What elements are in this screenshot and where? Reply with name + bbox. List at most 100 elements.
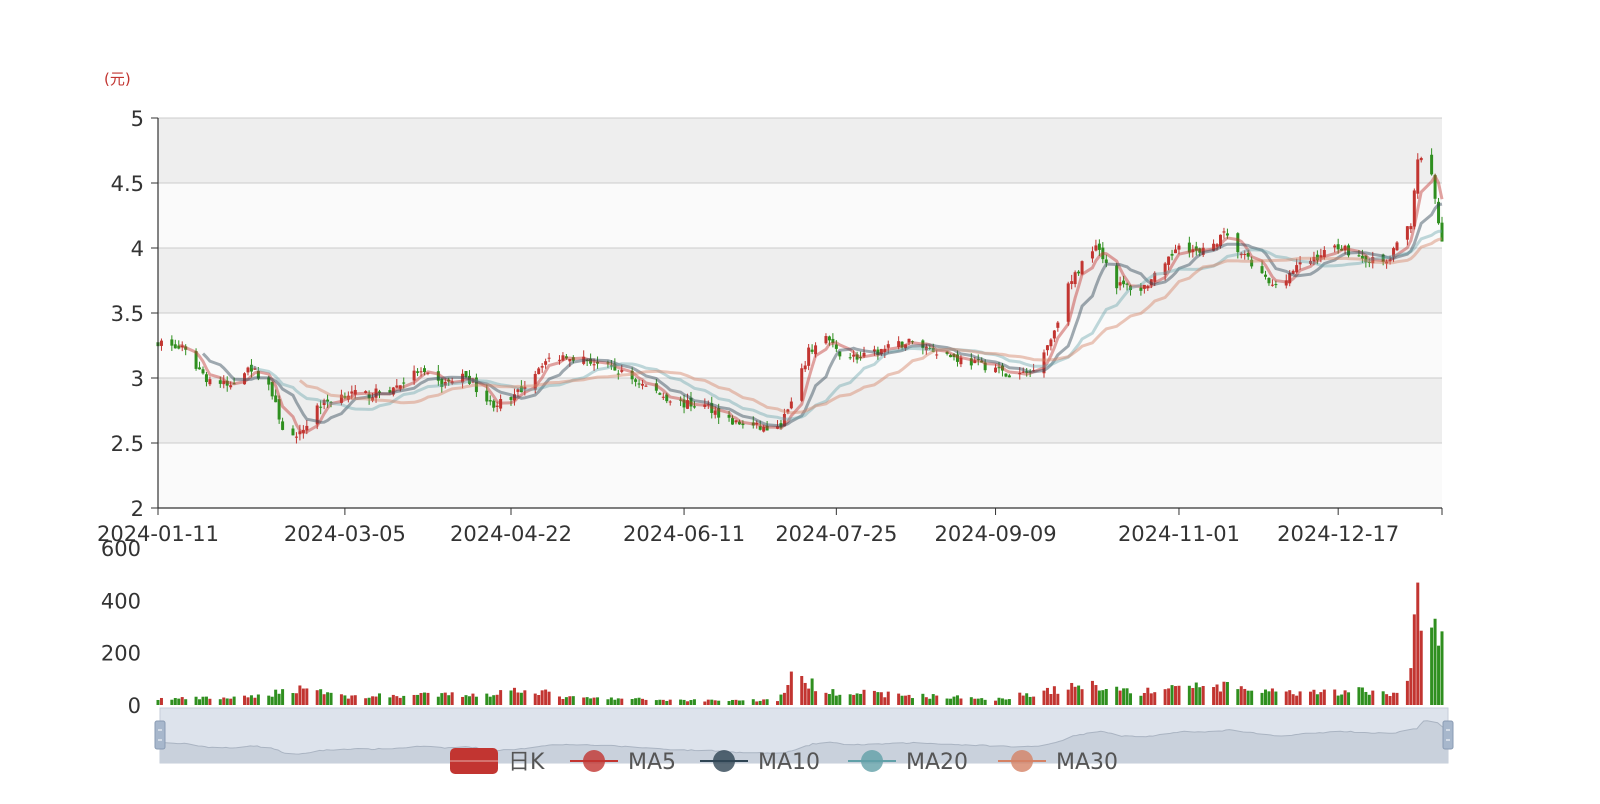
- candle[interactable]: [1416, 159, 1420, 194]
- volume-bar[interactable]: [346, 698, 350, 705]
- volume-bar[interactable]: [277, 693, 281, 705]
- volume-bar[interactable]: [800, 675, 804, 705]
- volume-bar[interactable]: [471, 693, 475, 705]
- volume-bar[interactable]: [243, 695, 247, 705]
- candle[interactable]: [1118, 282, 1122, 286]
- candle[interactable]: [637, 383, 641, 385]
- volume-bar[interactable]: [540, 690, 544, 705]
- candle[interactable]: [592, 364, 596, 366]
- candle[interactable]: [464, 371, 468, 378]
- handle-grip[interactable]: [154, 720, 166, 750]
- volume-bar[interactable]: [834, 695, 838, 705]
- volume-bar[interactable]: [661, 699, 665, 705]
- candle[interactable]: [170, 339, 174, 346]
- volume-bar[interactable]: [170, 699, 174, 705]
- volume-bar[interactable]: [173, 698, 177, 705]
- candle[interactable]: [402, 382, 406, 384]
- volume-bar[interactable]: [177, 698, 181, 705]
- candle[interactable]: [1104, 259, 1108, 263]
- volume-bar[interactable]: [568, 696, 572, 705]
- volume-bar[interactable]: [509, 690, 513, 705]
- volume-bar[interactable]: [955, 695, 959, 705]
- volume-bar[interactable]: [201, 696, 205, 705]
- volume-bar[interactable]: [402, 695, 406, 705]
- candle[interactable]: [485, 390, 489, 402]
- candle[interactable]: [634, 379, 638, 382]
- candle[interactable]: [1270, 284, 1274, 286]
- volume-bar[interactable]: [596, 697, 600, 705]
- candle[interactable]: [547, 357, 551, 359]
- datazoom-left-handle[interactable]: [154, 720, 166, 750]
- candle[interactable]: [1174, 249, 1178, 254]
- volume-bar[interactable]: [1090, 680, 1094, 705]
- volume-bar[interactable]: [855, 693, 859, 705]
- candle[interactable]: [1094, 245, 1098, 251]
- volume-bar[interactable]: [1021, 695, 1025, 705]
- volume-bar[interactable]: [1066, 689, 1070, 705]
- volume-bar[interactable]: [983, 699, 987, 705]
- volume-bar[interactable]: [412, 694, 416, 705]
- candle[interactable]: [1122, 280, 1126, 285]
- candle[interactable]: [658, 393, 662, 395]
- candle[interactable]: [692, 406, 696, 408]
- volume-bar[interactable]: [1032, 696, 1036, 705]
- volume-bar[interactable]: [949, 698, 953, 705]
- volume-bar[interactable]: [419, 693, 423, 705]
- volume-bar[interactable]: [762, 699, 766, 705]
- volume-bar[interactable]: [1049, 694, 1053, 705]
- volume-bar[interactable]: [225, 698, 229, 705]
- volume-bar[interactable]: [339, 694, 343, 705]
- volume-bar[interactable]: [789, 671, 793, 705]
- volume-bar[interactable]: [924, 697, 928, 705]
- candle[interactable]: [668, 401, 672, 403]
- candle[interactable]: [803, 365, 807, 370]
- volume-bar[interactable]: [291, 693, 295, 705]
- volume-bar[interactable]: [544, 689, 548, 705]
- legend-item-ma20[interactable]: MA20: [848, 750, 968, 775]
- volume-bar[interactable]: [1440, 631, 1444, 705]
- volume-bar[interactable]: [1430, 627, 1434, 705]
- volume-bar[interactable]: [686, 701, 690, 705]
- volume-bar[interactable]: [755, 701, 759, 705]
- volume-bar[interactable]: [343, 695, 347, 705]
- volume-bar[interactable]: [218, 699, 222, 705]
- volume-bar[interactable]: [1142, 692, 1146, 705]
- candle[interactable]: [1243, 253, 1247, 255]
- volume-bar[interactable]: [388, 697, 392, 705]
- volume-bar[interactable]: [547, 691, 551, 705]
- volume-bar[interactable]: [1295, 695, 1299, 705]
- volume-bar[interactable]: [665, 700, 669, 705]
- volume-bar[interactable]: [1263, 689, 1267, 705]
- volume-bar[interactable]: [641, 698, 645, 705]
- volume-bar[interactable]: [319, 689, 323, 705]
- volume-bar[interactable]: [1125, 688, 1129, 705]
- legend-item-ma10[interactable]: MA10: [700, 750, 820, 775]
- volume-bar[interactable]: [848, 694, 852, 705]
- volume-bar[interactable]: [447, 695, 451, 705]
- volume-bar[interactable]: [782, 692, 786, 705]
- candle[interactable]: [495, 405, 499, 407]
- volume-bar[interactable]: [654, 700, 658, 705]
- volume-bar[interactable]: [350, 695, 354, 705]
- candle[interactable]: [1395, 242, 1399, 251]
- candle[interactable]: [422, 368, 426, 373]
- volume-bar[interactable]: [492, 695, 496, 705]
- volume-bar[interactable]: [741, 700, 745, 705]
- volume-bar[interactable]: [1118, 690, 1122, 705]
- volume-bar[interactable]: [1070, 682, 1074, 705]
- volume-bar[interactable]: [1336, 695, 1340, 705]
- volume-bar[interactable]: [1364, 691, 1368, 705]
- volume-bar[interactable]: [1073, 686, 1077, 705]
- volume-bar[interactable]: [1028, 696, 1032, 705]
- volume-bar[interactable]: [827, 694, 831, 705]
- candle[interactable]: [1336, 244, 1340, 250]
- volume-bar[interactable]: [395, 696, 399, 705]
- volume-bar[interactable]: [426, 692, 430, 705]
- volume-bar[interactable]: [703, 701, 707, 705]
- candle[interactable]: [1419, 158, 1423, 161]
- volume-bar[interactable]: [1129, 693, 1133, 705]
- candle[interactable]: [1070, 281, 1074, 284]
- candle[interactable]: [319, 406, 323, 408]
- volume-bar[interactable]: [838, 694, 842, 705]
- volume-bar[interactable]: [1097, 690, 1101, 705]
